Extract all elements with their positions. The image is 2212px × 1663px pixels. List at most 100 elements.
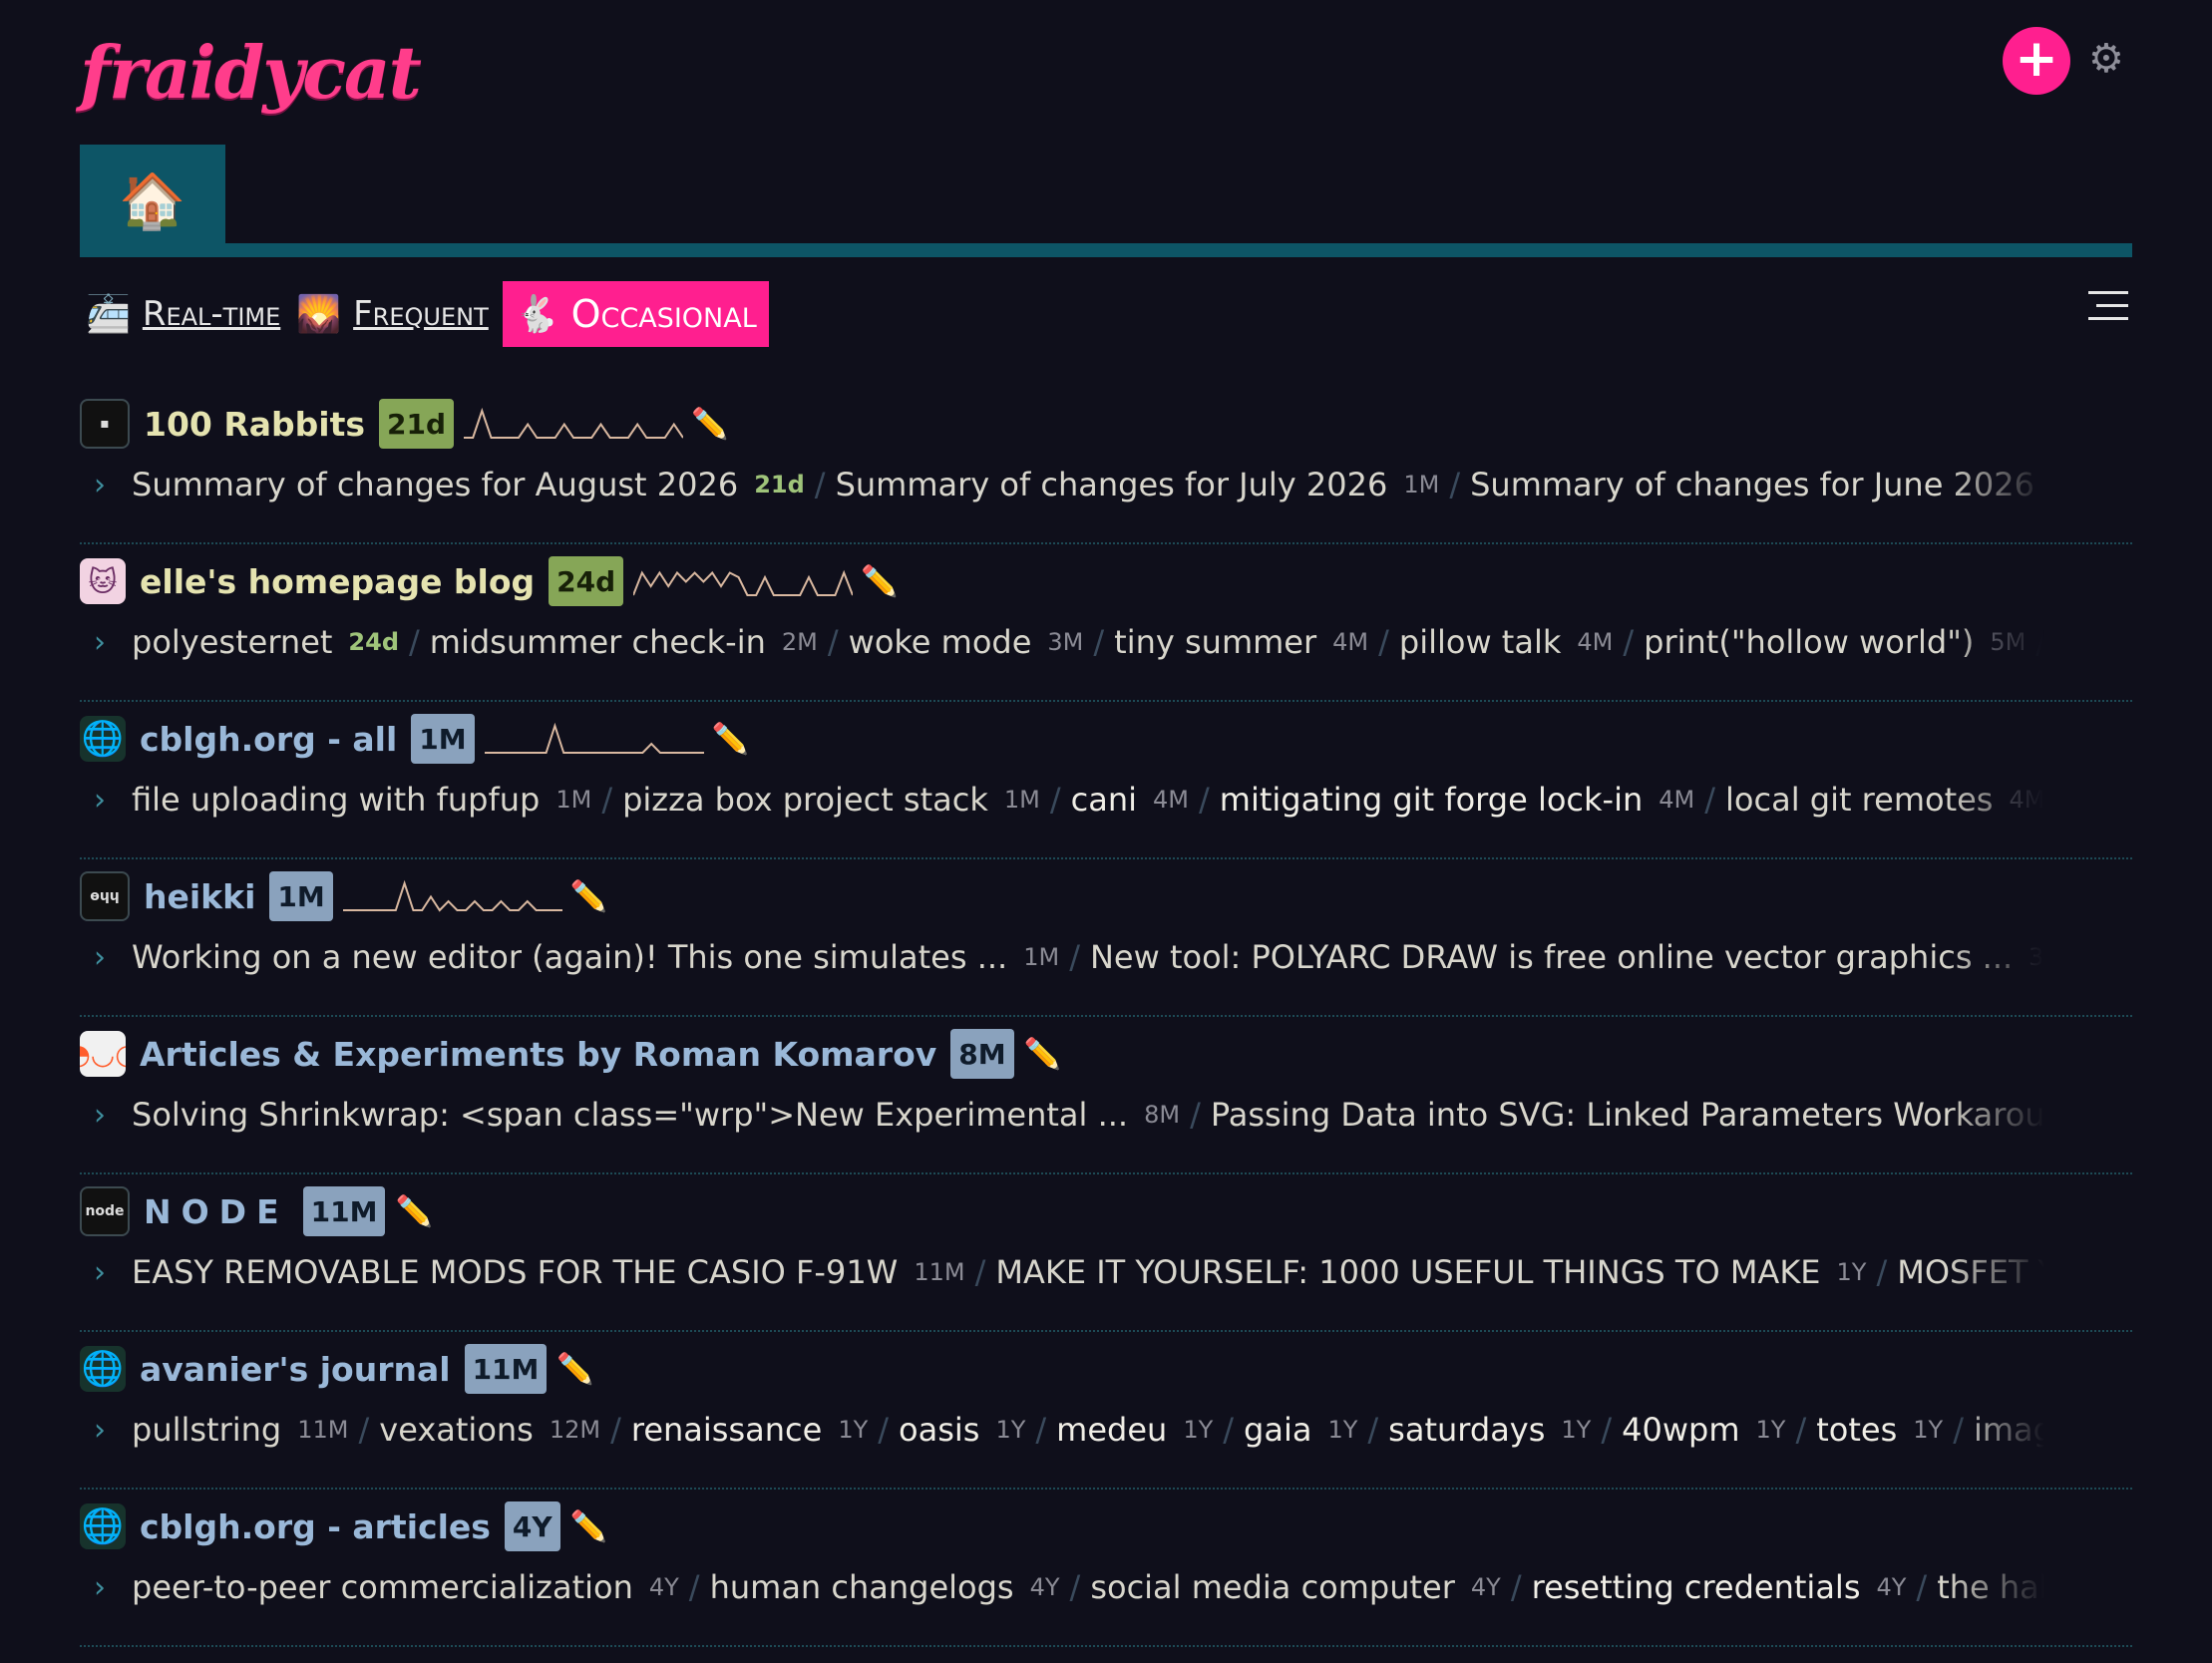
filter-frequent[interactable]: 🌄 Frequent [290, 281, 498, 347]
separator: / [1378, 623, 1389, 661]
post-link[interactable]: MOSFET YOUTUBE [1897, 1253, 2044, 1291]
separator: / [1049, 781, 1061, 819]
pencil-icon[interactable]: ✏️ [1024, 1037, 1061, 1072]
post-link[interactable]: Summary of changes for August 2026 [132, 466, 738, 503]
post-link[interactable]: midsummer check-in [430, 623, 766, 661]
separator: / [1916, 1568, 1928, 1606]
feed-item: 🌐 cblgh.org - all 1M ✏️ › file uploading with… [80, 702, 2132, 859]
chevron-right-icon[interactable]: › [94, 783, 106, 818]
feed-item: 🌐 avanier's journal 11M ✏️ › pullstring 11M / ve… [80, 1332, 2132, 1490]
chevron-right-icon[interactable]: › [94, 468, 106, 502]
feed-item: ◔◡◔ Articles & Experiments by Roman Komar… [80, 1017, 2132, 1174]
add-feed-button[interactable]: + [2003, 27, 2070, 95]
post-link[interactable]: renaissance [631, 1411, 822, 1449]
rabbit-icon: 🐇 [514, 294, 559, 335]
age-badge: 11M [464, 1344, 548, 1394]
feed-title-link[interactable]: elle's homepage blog [140, 562, 535, 601]
chevron-right-icon[interactable]: › [94, 940, 106, 975]
hamburger-menu-icon[interactable] [2088, 291, 2128, 321]
globe-favicon: 🌐 [80, 1503, 126, 1549]
pencil-icon[interactable]: ✏️ [712, 722, 749, 757]
post-link[interactable]: mitigating git forge lock-in [1220, 781, 1643, 819]
post-link[interactable]: print("hollow world") [1644, 623, 1974, 661]
feed-title-link[interactable]: avanier's journal [140, 1350, 451, 1389]
post-link[interactable]: woke mode [849, 623, 1032, 661]
post-link[interactable]: New tool: POLYARC DRAW is free online ve… [1090, 938, 2013, 976]
feed-title-link[interactable]: cblgh.org - articles [140, 1507, 491, 1546]
pencil-icon[interactable]: ✏️ [861, 564, 898, 599]
age-badge: 11M [302, 1186, 386, 1236]
post-list: › file uploading with fupfup 1M / pizza box … [80, 774, 2044, 826]
separator: / [1601, 1411, 1613, 1449]
post-list: › pullstring 11M / vexations 12M / renaissance 1… [80, 1404, 2044, 1456]
post-link[interactable]: pullstring [132, 1411, 281, 1449]
feed-title-link[interactable]: cblgh.org - all [140, 720, 397, 759]
gear-icon[interactable]: ⚙ [2088, 36, 2124, 82]
filter-label: Occasional [570, 292, 757, 336]
separator: / [827, 623, 839, 661]
post-link[interactable]: human changelogs [710, 1568, 1014, 1606]
feed-header: 🐱 elle's homepage blog 24d ✏️ [80, 556, 899, 606]
app-logo[interactable]: fraidycat [80, 30, 422, 115]
separator: / [610, 1411, 621, 1449]
post-link[interactable]: polyesternet [132, 623, 332, 661]
filter-occasional[interactable]: 🐇 Occasional [502, 281, 769, 347]
post-link[interactable]: EASY REMOVABLE MODS FOR THE CASIO F-91W [132, 1253, 898, 1291]
feed-header: ▪ 100 Rabbits 21d ✏️ [80, 399, 728, 449]
post-link[interactable]: pizza box project stack [622, 781, 988, 819]
pencil-icon[interactable]: ✏️ [570, 879, 607, 914]
post-age: 5M [1990, 628, 2027, 656]
feed-title-link[interactable]: NODE [144, 1192, 289, 1231]
separator: / [2035, 623, 2044, 661]
feed-title-link[interactable]: Articles & Experiments by Roman Komarov [140, 1035, 936, 1074]
post-age: 1Y [1327, 1416, 1358, 1444]
post-age: 1Y [1836, 1258, 1867, 1286]
post-link[interactable]: local git remotes [1725, 781, 1993, 819]
post-age: 11M [297, 1416, 349, 1444]
feed-title-link[interactable]: heikki [144, 877, 255, 916]
age-badge: 24d [549, 556, 624, 606]
chevron-right-icon[interactable]: › [94, 1413, 106, 1448]
post-link[interactable]: file uploading with fupfup [132, 781, 540, 819]
post-link[interactable]: oasis [899, 1411, 979, 1449]
pencil-icon[interactable]: ✏️ [570, 1509, 607, 1544]
post-link[interactable]: MAKE IT YOURSELF: 1000 USEFUL THINGS TO … [995, 1253, 1820, 1291]
post-list: › peer-to-peer commercialization 4Y / human … [80, 1561, 2044, 1613]
post-link[interactable]: images [1974, 1411, 2044, 1449]
filter-real-time[interactable]: 🚈 Real-time [80, 281, 290, 347]
post-link[interactable]: totes [1816, 1411, 1897, 1449]
post-link[interactable]: Summary of changes for June 2026 [1470, 466, 2034, 503]
post-link[interactable]: saturdays [1388, 1411, 1545, 1449]
post-link[interactable]: cani [1071, 781, 1137, 819]
post-link[interactable]: pillow talk [1399, 623, 1561, 661]
separator: / [688, 1568, 700, 1606]
post-link[interactable]: resetting credentials [1532, 1568, 1861, 1606]
post-age: 2M [781, 628, 818, 656]
post-link[interactable]: Working on a new editor (again)! This on… [132, 938, 1007, 976]
post-link[interactable]: medeu [1056, 1411, 1167, 1449]
post-link[interactable]: Passing Data into SVG: Linked Parameters… [1211, 1096, 2044, 1134]
post-link[interactable]: tiny summer [1114, 623, 1316, 661]
post-link[interactable]: social media computer [1090, 1568, 1455, 1606]
post-link[interactable]: Solving Shrinkwrap: <span class="wrp">Ne… [132, 1096, 1128, 1134]
post-age: 3M [2028, 943, 2044, 971]
pencil-icon[interactable]: ✏️ [395, 1194, 432, 1229]
post-link[interactable]: 40wpm [1622, 1411, 1739, 1449]
post-link[interactable]: vexations [379, 1411, 534, 1449]
feed-header: ɵɥɥ heikki 1M ✏️ [80, 871, 607, 921]
post-link[interactable]: gaia [1244, 1411, 1311, 1449]
house-icon[interactable]: 🏠 [80, 145, 225, 257]
separator: / [878, 1411, 890, 1449]
pencil-icon[interactable]: ✏️ [556, 1352, 593, 1387]
feed-title-link[interactable]: 100 Rabbits [144, 405, 365, 444]
chevron-right-icon[interactable]: › [94, 1255, 106, 1290]
post-link[interactable]: the habit tra [1937, 1568, 2044, 1606]
post-link[interactable]: peer-to-peer commercialization [132, 1568, 633, 1606]
chevron-right-icon[interactable]: › [94, 1570, 106, 1605]
pencil-icon[interactable]: ✏️ [691, 407, 728, 442]
post-list: › Working on a new editor (again)! This o… [80, 931, 2044, 983]
post-link[interactable]: Summary of changes for July 2026 [836, 466, 1388, 503]
chevron-right-icon[interactable]: › [94, 1098, 106, 1133]
node-favicon: node [80, 1186, 130, 1236]
chevron-right-icon[interactable]: › [94, 625, 106, 660]
